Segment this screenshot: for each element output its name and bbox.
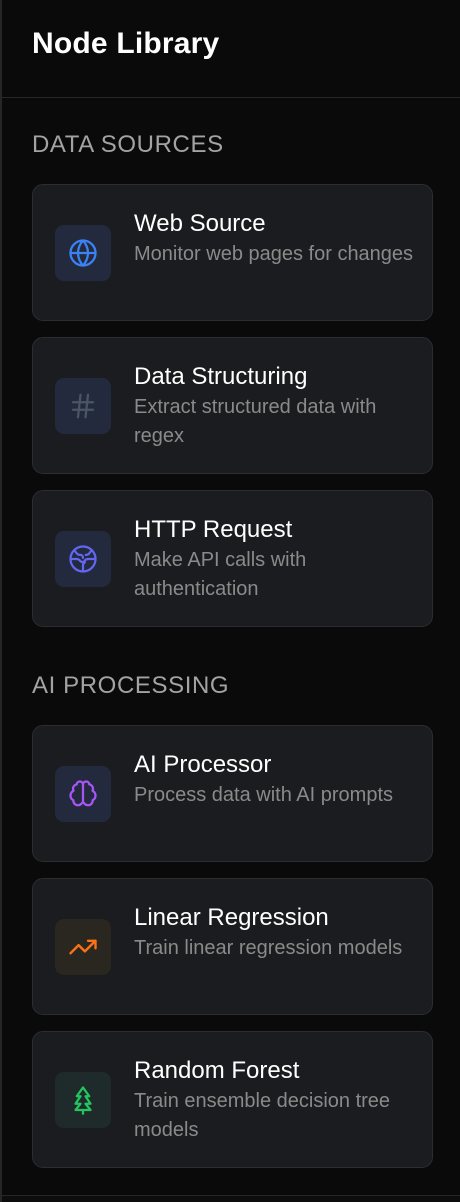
globe-icon: [55, 225, 111, 281]
node-card-title: HTTP Request: [134, 516, 293, 543]
node-card-ai-processor[interactable]: AI Processor Process data with AI prompt…: [32, 725, 433, 862]
node-card-description: Extract structured data with regex: [134, 396, 377, 447]
section-title-ai-processing: AI PROCESSING: [32, 672, 230, 699]
node-card-description: Train ensemble decision tree models: [134, 1090, 391, 1141]
node-card-description: Monitor web pages for changes: [134, 243, 414, 265]
node-card-description: Train linear regression models: [134, 937, 403, 959]
node-card-title: Linear Regression: [134, 904, 329, 931]
brain-icon: [55, 766, 111, 822]
node-card-title: AI Processor: [134, 751, 272, 778]
section-title-data-sources: DATA SOURCES: [32, 131, 224, 158]
tree-icon: [55, 1072, 111, 1128]
node-card-title: Data Structuring: [134, 363, 308, 390]
node-card-data-structuring[interactable]: Data Structuring Extract structured data…: [32, 337, 433, 474]
node-library-panel: Node Library DATA SOURCES Web Source Mon…: [0, 0, 460, 1202]
hash-icon: [55, 378, 111, 434]
panel-header: Node Library: [2, 0, 460, 98]
data-sources-list: Web Source Monitor web pages for changes…: [2, 160, 460, 627]
node-card-description: Process data with AI prompts: [134, 784, 394, 806]
node-card-title: Random Forest: [134, 1057, 300, 1084]
network-globe-icon: [55, 531, 111, 587]
node-card-title: Web Source: [134, 210, 266, 237]
trending-up-icon: [55, 919, 111, 975]
node-card-http-request[interactable]: HTTP Request Make API calls with authent…: [32, 490, 433, 627]
node-card-linear-regression[interactable]: Linear Regression Train linear regressio…: [32, 878, 433, 1015]
node-card-web-source[interactable]: Web Source Monitor web pages for changes: [32, 184, 433, 321]
ai-processing-list: AI Processor Process data with AI prompt…: [2, 701, 460, 1168]
node-card-random-forest[interactable]: Random Forest Train ensemble decision tr…: [32, 1031, 433, 1168]
panel-title: Node Library: [32, 27, 220, 60]
panel-footer-divider: [2, 1195, 460, 1202]
node-card-description: Make API calls with authentication: [134, 549, 307, 600]
